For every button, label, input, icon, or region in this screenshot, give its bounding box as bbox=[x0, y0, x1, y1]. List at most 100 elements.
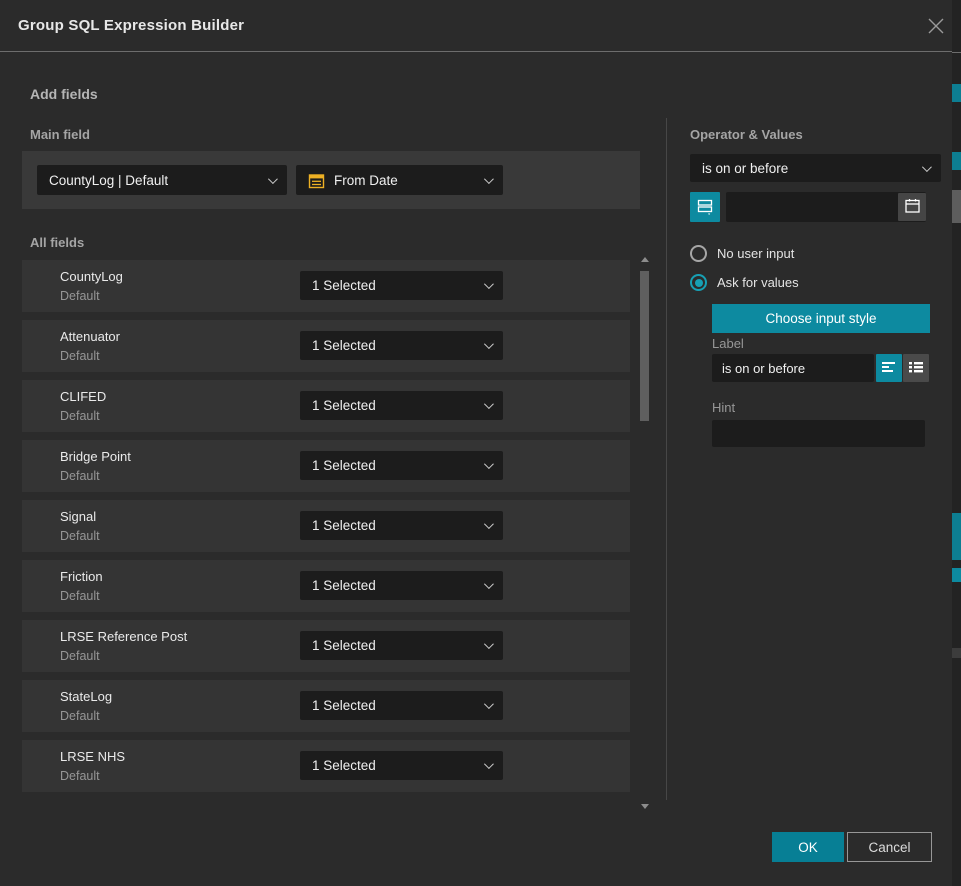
background-app-strip bbox=[952, 0, 961, 886]
chevron-down-icon bbox=[484, 459, 494, 469]
operator-value: is on or before bbox=[702, 161, 922, 176]
list-icon bbox=[908, 360, 924, 377]
chevron-down-icon bbox=[484, 639, 494, 649]
value-input-wrap bbox=[726, 192, 926, 222]
chevron-down-icon bbox=[484, 399, 494, 409]
calendar-icon bbox=[904, 197, 921, 217]
main-field-heading: Main field bbox=[30, 127, 90, 142]
chevron-down-icon bbox=[484, 759, 494, 769]
date-picker-button[interactable] bbox=[898, 193, 926, 221]
field-selection-value: 1 Selected bbox=[312, 458, 484, 473]
field-sublabel: Default bbox=[60, 529, 100, 543]
label-caption: Label bbox=[712, 336, 744, 351]
field-sublabel: Default bbox=[60, 289, 100, 303]
field-selection-dropdown[interactable]: 1 Selected bbox=[300, 631, 503, 660]
field-selection-dropdown[interactable]: 1 Selected bbox=[300, 331, 503, 360]
main-field-field-dropdown[interactable]: From Date bbox=[296, 165, 503, 195]
scrollbar-thumb[interactable] bbox=[640, 271, 649, 421]
field-selection-value: 1 Selected bbox=[312, 638, 484, 653]
field-row: LRSE NHS Default 1 Selected bbox=[22, 740, 630, 792]
field-sublabel: Default bbox=[60, 469, 100, 483]
label-input[interactable] bbox=[712, 354, 874, 382]
chevron-down-icon bbox=[922, 162, 932, 172]
field-name: Attenuator bbox=[60, 329, 120, 344]
field-selection-value: 1 Selected bbox=[312, 698, 484, 713]
all-fields-heading: All fields bbox=[30, 235, 84, 250]
field-sublabel: Default bbox=[60, 769, 100, 783]
chevron-down-icon bbox=[484, 174, 494, 184]
field-name: Friction bbox=[60, 569, 103, 584]
chevron-down-icon bbox=[484, 579, 494, 589]
dialog-header: Group SQL Expression Builder bbox=[0, 0, 952, 52]
cancel-button[interactable]: Cancel bbox=[847, 832, 932, 862]
radio-no-user-input[interactable]: No user input bbox=[690, 245, 794, 262]
align-left-icon bbox=[881, 360, 897, 377]
field-name: LRSE NHS bbox=[60, 749, 125, 764]
operator-dropdown[interactable]: is on or before bbox=[690, 154, 941, 182]
field-selection-dropdown[interactable]: 1 Selected bbox=[300, 751, 503, 780]
ok-button[interactable]: OK bbox=[772, 832, 844, 862]
radio-ask-for-values-label: Ask for values bbox=[717, 275, 799, 290]
chevron-down-icon bbox=[484, 339, 494, 349]
field-row: LRSE Reference Post Default 1 Selected bbox=[22, 620, 630, 672]
value-source-button[interactable] bbox=[690, 192, 720, 222]
field-selection-value: 1 Selected bbox=[312, 398, 484, 413]
stacked-rows-icon bbox=[696, 197, 714, 218]
field-sublabel: Default bbox=[60, 409, 100, 423]
hint-input[interactable] bbox=[712, 420, 925, 447]
field-selection-value: 1 Selected bbox=[312, 758, 484, 773]
field-name: Bridge Point bbox=[60, 449, 131, 464]
field-name: LRSE Reference Post bbox=[60, 629, 187, 644]
add-fields-heading: Add fields bbox=[30, 86, 98, 102]
chevron-down-icon bbox=[268, 174, 278, 184]
dialog-title: Group SQL Expression Builder bbox=[18, 0, 244, 52]
strip-gray-fragment bbox=[952, 190, 961, 223]
field-selection-dropdown[interactable]: 1 Selected bbox=[300, 571, 503, 600]
choose-input-style-button[interactable]: Choose input style bbox=[712, 304, 930, 333]
field-row: CLIFED Default 1 Selected bbox=[22, 380, 630, 432]
field-sublabel: Default bbox=[60, 709, 100, 723]
date-calendar-icon bbox=[308, 172, 325, 189]
scroll-up-icon[interactable] bbox=[641, 257, 649, 262]
radio-ask-for-values[interactable]: Ask for values bbox=[690, 274, 799, 291]
field-sublabel: Default bbox=[60, 349, 100, 363]
field-selection-value: 1 Selected bbox=[312, 518, 484, 533]
main-field-source-dropdown[interactable]: CountyLog | Default bbox=[37, 165, 287, 195]
field-selection-dropdown[interactable]: 1 Selected bbox=[300, 451, 503, 480]
column-divider bbox=[666, 118, 667, 800]
field-name: CLIFED bbox=[60, 389, 106, 404]
field-selection-dropdown[interactable]: 1 Selected bbox=[300, 391, 503, 420]
field-name: Signal bbox=[60, 509, 96, 524]
strip-line bbox=[952, 52, 961, 53]
field-row: Signal Default 1 Selected bbox=[22, 500, 630, 552]
list-style-button[interactable] bbox=[903, 354, 929, 382]
list-scrollbar[interactable] bbox=[639, 255, 651, 811]
field-selection-value: 1 Selected bbox=[312, 578, 484, 593]
field-row: StateLog Default 1 Selected bbox=[22, 680, 630, 732]
field-sublabel: Default bbox=[60, 649, 100, 663]
field-selection-dropdown[interactable]: 1 Selected bbox=[300, 511, 503, 540]
all-fields-list: CountyLog Default 1 Selected Attenuator … bbox=[22, 260, 630, 800]
field-name: CountyLog bbox=[60, 269, 123, 284]
align-left-style-button[interactable] bbox=[876, 354, 902, 382]
field-sublabel: Default bbox=[60, 589, 100, 603]
strip-teal-fragment bbox=[952, 84, 961, 102]
strip-gray-fragment bbox=[952, 648, 961, 658]
value-input[interactable] bbox=[726, 192, 896, 222]
field-selection-dropdown[interactable]: 1 Selected bbox=[300, 271, 503, 300]
close-icon bbox=[924, 14, 948, 38]
close-button[interactable] bbox=[924, 14, 948, 38]
chevron-down-icon bbox=[484, 519, 494, 529]
field-row: Attenuator Default 1 Selected bbox=[22, 320, 630, 372]
main-field-source-value: CountyLog | Default bbox=[49, 173, 268, 188]
strip-teal-fragment bbox=[952, 152, 961, 170]
group-sql-expression-builder-dialog: Group SQL Expression Builder Add fields … bbox=[0, 0, 952, 886]
operator-values-heading: Operator & Values bbox=[690, 127, 803, 142]
chevron-down-icon bbox=[484, 699, 494, 709]
radio-selected-icon bbox=[690, 274, 707, 291]
field-selection-value: 1 Selected bbox=[312, 278, 484, 293]
chevron-down-icon bbox=[484, 279, 494, 289]
field-selection-dropdown[interactable]: 1 Selected bbox=[300, 691, 503, 720]
scroll-down-icon[interactable] bbox=[641, 804, 649, 809]
field-selection-value: 1 Selected bbox=[312, 338, 484, 353]
